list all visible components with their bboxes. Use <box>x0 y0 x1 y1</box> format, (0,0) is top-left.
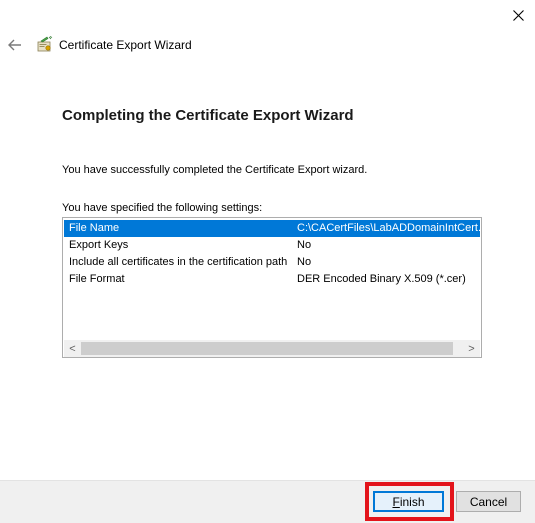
setting-value: C:\CACertFiles\LabADDomainIntCert.c <box>297 222 482 234</box>
settings-row-include-all-certificates[interactable]: Include all certificates in the certific… <box>64 254 480 271</box>
setting-value: No <box>297 239 312 251</box>
horizontal-scrollbar[interactable]: < > <box>64 340 480 357</box>
settings-list[interactable]: File Name C:\CACertFiles\LabADDomainIntC… <box>62 217 482 358</box>
scrollbar-thumb[interactable] <box>81 342 453 355</box>
finish-button[interactable]: Finish <box>373 491 444 512</box>
setting-key: File Format <box>69 273 125 285</box>
success-message: You have successfully completed the Cert… <box>62 164 368 176</box>
setting-value: No <box>297 256 312 268</box>
finish-accelerator: F <box>392 494 400 509</box>
certificate-wizard-icon <box>37 36 53 52</box>
scroll-left-button[interactable]: < <box>64 340 81 357</box>
close-button[interactable] <box>505 3 531 27</box>
settings-row-export-keys[interactable]: Export Keys No <box>64 237 480 254</box>
back-button[interactable] <box>5 35 25 55</box>
settings-row-file-format[interactable]: File Format DER Encoded Binary X.509 (*.… <box>64 271 480 288</box>
settings-label: You have specified the following setting… <box>62 202 263 214</box>
page-heading: Completing the Certificate Export Wizard <box>62 107 354 124</box>
setting-key: Export Keys <box>69 239 129 251</box>
back-arrow-icon <box>8 39 21 51</box>
close-icon <box>512 9 524 21</box>
cancel-button[interactable]: Cancel <box>456 491 521 512</box>
title-bar: Certificate Export Wizard <box>0 0 535 64</box>
scroll-right-button[interactable]: > <box>463 340 480 357</box>
settings-row-file-name[interactable]: File Name C:\CACertFiles\LabADDomainIntC… <box>64 220 482 237</box>
button-bar <box>0 480 535 523</box>
finish-label: inish <box>399 494 425 509</box>
setting-key: File Name <box>69 222 120 234</box>
setting-value: DER Encoded Binary X.509 (*.cer) <box>297 273 466 285</box>
setting-key: Include all certificates in the certific… <box>69 256 288 268</box>
wizard-title: Certificate Export Wizard <box>59 38 192 52</box>
